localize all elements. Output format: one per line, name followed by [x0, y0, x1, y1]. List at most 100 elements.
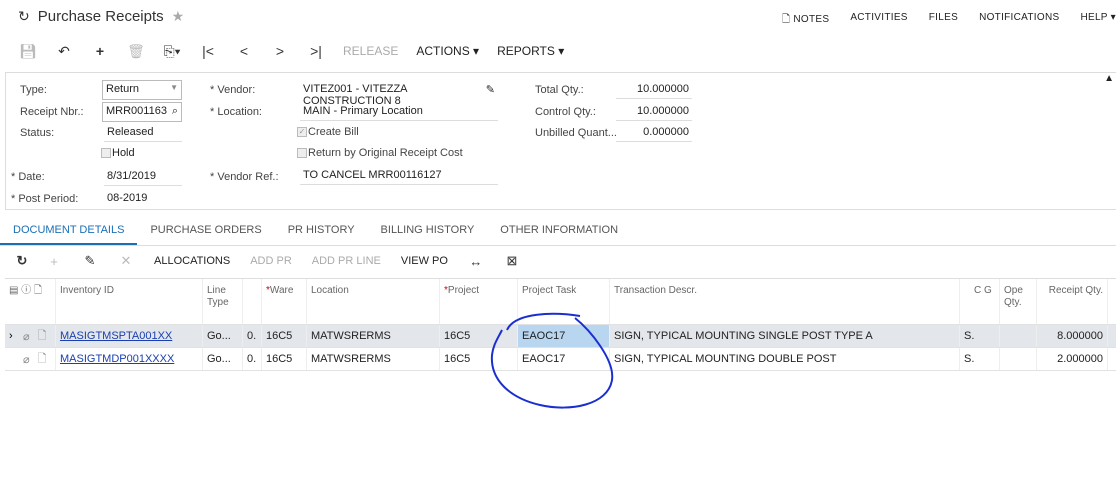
note-icon[interactable]: 🗋 — [38, 350, 47, 369]
prev-icon[interactable]: < — [226, 43, 262, 59]
actions-menu[interactable]: ACTIONS ▾ — [407, 44, 488, 58]
grid-toolbar: ↻ + ✎ ✕ ALLOCATIONS ADD PR ADD PR LINE V… — [8, 251, 530, 271]
tab-other-information[interactable]: OTHER INFORMATION — [487, 218, 631, 245]
page-header: ↻ Purchase Receipts ★ — [18, 8, 184, 25]
create-bill-checkbox[interactable]: ✓ Create Bill — [297, 126, 359, 138]
cell-unnamed[interactable]: 0. — [243, 325, 262, 347]
nav-notes[interactable]: 🗋 NOTES — [782, 12, 829, 29]
reports-menu[interactable]: REPORTS ▾ — [488, 44, 573, 58]
view-po-button[interactable]: VIEW PO — [391, 255, 458, 267]
col-open-qty[interactable]: Ope Qty. — [1000, 279, 1037, 324]
cell-uom[interactable]: S. — [960, 325, 1000, 347]
create-bill-label: Create Bill — [308, 126, 359, 138]
return-orig-checkbox[interactable]: Return by Original Receipt Cost — [297, 147, 463, 159]
edit-icon[interactable]: ✎ — [72, 253, 108, 269]
type-label: Type: — [20, 84, 47, 96]
col-receipt-qty[interactable]: Receipt Qty. — [1037, 279, 1108, 324]
row-icons-header: ▤ ⓘ 🗋 — [5, 279, 56, 324]
hold-checkbox[interactable]: Hold — [101, 147, 135, 159]
cell-open-qty[interactable] — [1000, 348, 1037, 370]
main-toolbar: 💾︎ ↶ + 🗑︎ ⎘▾ |< < > >| RELEASE ACTIONS ▾… — [10, 40, 573, 62]
vendor-value: VITEZ001 - VITEZZA CONSTRUCTION 8 — [303, 83, 407, 107]
next-icon[interactable]: > — [262, 43, 298, 59]
delete-row-icon[interactable]: ✕ — [108, 253, 144, 269]
row-icons: ⌀ 🗋 — [5, 348, 56, 370]
refresh-icon[interactable]: ↻ — [8, 253, 36, 269]
save-icon[interactable]: 💾︎ — [10, 43, 46, 60]
cell-ware[interactable]: 16C5 — [262, 325, 307, 347]
cell-inventory[interactable]: MASIGTMSPTA001XX — [56, 325, 203, 347]
type-value: Return — [106, 83, 140, 95]
attachment-icon[interactable]: ⌀ — [23, 330, 30, 343]
add-icon[interactable]: + — [82, 43, 118, 59]
undo-icon[interactable]: ↶ — [46, 43, 82, 60]
tab-document-details[interactable]: DOCUMENT DETAILS — [0, 218, 138, 245]
allocations-button[interactable]: ALLOCATIONS — [144, 255, 240, 267]
receipt-input[interactable]: MRR001163 ⌕ — [102, 102, 182, 122]
nav-files[interactable]: FILES — [929, 12, 958, 29]
col-descr[interactable]: Transaction Descr. — [610, 279, 960, 324]
export-excel-icon[interactable]: ⊠ — [494, 253, 530, 269]
collapse-icon[interactable]: ▲ — [1104, 73, 1114, 84]
cell-inventory[interactable]: MASIGTMDP001XXXX — [56, 348, 203, 370]
delete-icon[interactable]: 🗑︎ — [118, 43, 154, 60]
nav-activities[interactable]: ACTIVITIES — [850, 12, 907, 29]
first-icon[interactable]: |< — [190, 43, 226, 59]
cell-receipt-qty[interactable]: 8.000000 — [1037, 325, 1108, 347]
last-icon[interactable]: >| — [298, 43, 334, 59]
period-label: * Post Period: — [11, 193, 79, 205]
tab-pr-history[interactable]: PR HISTORY — [275, 218, 368, 245]
location-input[interactable]: MAIN - Primary Location — [300, 103, 498, 121]
inventory-link[interactable]: MASIGTMSPTA001XX — [60, 330, 172, 342]
status-label: Status: — [20, 127, 55, 139]
edit-icon[interactable]: ✎ — [486, 83, 495, 97]
refresh-icon[interactable]: ↻ — [18, 8, 30, 25]
row-selector-icon[interactable]: › — [9, 330, 15, 342]
cell-unnamed[interactable]: 0. — [243, 348, 262, 370]
fit-columns-icon[interactable]: ↔ — [458, 254, 494, 269]
vendor-input[interactable]: VITEZ001 - VITEZZA CONSTRUCTION 8 ✎ — [300, 81, 498, 107]
cell-ware[interactable]: 16C5 — [262, 348, 307, 370]
attachment-icon[interactable]: ⌀ — [23, 353, 30, 366]
copy-paste-icon[interactable]: ⎘▾ — [154, 43, 190, 60]
col-line-type[interactable]: Line Type — [203, 279, 243, 324]
return-orig-label: Return by Original Receipt Cost — [308, 147, 463, 159]
release-button[interactable]: RELEASE — [334, 44, 407, 58]
nav-help[interactable]: HELP ▾ — [1080, 12, 1116, 29]
add-row-icon[interactable]: + — [36, 254, 72, 269]
cell-descr[interactable]: SIGN, TYPICAL MOUNTING SINGLE POST TYPE … — [610, 325, 960, 347]
inventory-link[interactable]: MASIGTMDP001XXXX — [60, 353, 174, 365]
note-icon[interactable]: 🗋 — [38, 327, 47, 346]
col-inventory[interactable]: Inventory ID — [56, 279, 203, 324]
vendor-ref-input[interactable]: TO CANCEL MRR00116127 — [300, 167, 498, 185]
cell-line-type[interactable]: Go... — [203, 348, 243, 370]
receipt-label: Receipt Nbr.: — [20, 106, 84, 118]
col-unnamed[interactable] — [243, 279, 262, 324]
control-qty-input[interactable]: 10.000000 — [616, 103, 692, 121]
cell-receipt-qty[interactable]: 2.000000 — [1037, 348, 1108, 370]
cell-descr[interactable]: SIGN, TYPICAL MOUNTING DOUBLE POST — [610, 348, 960, 370]
search-icon[interactable]: ⌕ — [172, 105, 178, 119]
nav-notifications[interactable]: NOTIFICATIONS — [979, 12, 1059, 29]
annotation-circle — [490, 312, 614, 409]
type-select[interactable]: Return ▼ — [102, 80, 182, 100]
cell-open-qty[interactable] — [1000, 325, 1037, 347]
col-location[interactable]: Location — [307, 279, 440, 324]
col-ware[interactable]: * Ware — [262, 279, 307, 324]
add-pr-line-button[interactable]: ADD PR LINE — [302, 255, 391, 267]
unbilled-label: Unbilled Quant... — [535, 127, 617, 139]
total-qty-label: Total Qty.: — [535, 84, 584, 96]
cell-line-type[interactable]: Go... — [203, 325, 243, 347]
cell-location[interactable]: MATWSRERMS — [307, 348, 440, 370]
col-cg[interactable]: C G — [960, 279, 1000, 324]
cell-location[interactable]: MATWSRERMS — [307, 325, 440, 347]
receipt-value: MRR001163 — [106, 105, 167, 117]
add-pr-button[interactable]: ADD PR — [240, 255, 302, 267]
tab-billing-history[interactable]: BILLING HISTORY — [368, 218, 488, 245]
cell-uom[interactable]: S. — [960, 348, 1000, 370]
period-input[interactable]: 08-2019 — [104, 190, 182, 208]
tab-purchase-orders[interactable]: PURCHASE ORDERS — [137, 218, 274, 245]
row-icons: › ⌀ 🗋 — [5, 325, 56, 347]
date-input[interactable]: 8/31/2019 — [104, 168, 182, 186]
star-icon[interactable]: ★ — [172, 8, 185, 25]
